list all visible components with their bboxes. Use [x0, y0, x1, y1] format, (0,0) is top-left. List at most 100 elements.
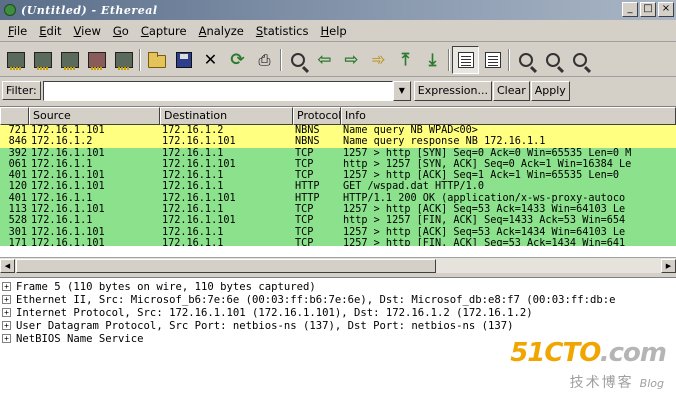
detail-tree-item[interactable]: + Frame 5 (110 bytes on wire, 110 bytes c…: [0, 280, 676, 293]
packet-row[interactable]: 061 172.16.1.1 172.16.1.101 TCP http > 1257 …: [0, 158, 676, 171]
menu-help[interactable]: Help: [314, 24, 352, 38]
packet-row[interactable]: 301 172.16.1.101 172.16.1.1 TCP 1257 > http …: [0, 226, 676, 238]
packet-row[interactable]: 392 172.16.1.101 172.16.1.1 TCP 1257 > http …: [0, 147, 676, 159]
packet-destination-cell: 172.16.1.1: [162, 181, 224, 193]
zoom-out-button[interactable]: [539, 46, 566, 74]
capture-options-button[interactable]: [29, 46, 56, 74]
packet-protocol-cell: HTTP: [295, 181, 320, 193]
zoom-normal-button[interactable]: [566, 46, 593, 74]
detail-tree-item[interactable]: + Internet Protocol, Src: 172.16.1.101 (1…: [0, 306, 676, 319]
maximize-button[interactable]: □: [640, 2, 656, 17]
scrollbar-thumb[interactable]: [16, 259, 436, 273]
menu-analyze[interactable]: Analyze: [193, 24, 250, 38]
start-capture-button[interactable]: [56, 46, 83, 74]
clear-button[interactable]: Clear: [492, 80, 530, 101]
print-button[interactable]: ⎙: [251, 46, 278, 74]
column-header-destination[interactable]: Destination: [160, 107, 293, 125]
go-first-button[interactable]: ⤒: [392, 46, 419, 74]
detail-tree-label: NetBIOS Name Service: [16, 332, 144, 345]
open-file-button[interactable]: [143, 46, 170, 74]
packet-row[interactable]: 721 172.16.1.101 172.16.1.2 NBNS Name query …: [0, 125, 676, 137]
auto-scroll-button[interactable]: [479, 46, 506, 74]
packet-protocol-cell: TCP: [295, 237, 314, 246]
close-button[interactable]: ×: [658, 2, 674, 17]
packet-row[interactable]: 528 172.16.1.1 172.16.1.101 TCP http > 1257 …: [0, 215, 676, 227]
apply-button[interactable]: Apply: [530, 80, 570, 101]
packet-no-cell: 171: [8, 237, 27, 246]
packet-info-cell: 1257 > http [FIN, ACK] Seq=53 Ack=1434 W…: [343, 237, 626, 246]
packet-no-cell: 061: [8, 158, 27, 170]
zoom-in-button[interactable]: [512, 46, 539, 74]
main-toolbar: ✕ ⟳ ⎙ ⇦ ⇨ ➾ ⤒ ⤓: [0, 43, 676, 77]
packet-row[interactable]: 401 172.16.1.1 172.16.1.101 HTTP HTTP/1.1 20…: [0, 192, 676, 205]
go-to-packet-button[interactable]: ➾: [365, 46, 392, 74]
detail-tree-item[interactable]: + Ethernet II, Src: Microsof_b6:7e:6e (00…: [0, 293, 676, 306]
filter-label-button[interactable]: Filter:: [2, 81, 41, 100]
expand-plus-icon[interactable]: +: [2, 308, 11, 317]
menu-file[interactable]: File: [2, 24, 33, 38]
scroll-left-button[interactable]: ◀: [0, 259, 15, 273]
window-title: (Untitled) - Ethereal: [21, 3, 158, 17]
auto-scroll-icon: [484, 51, 501, 68]
close-file-button[interactable]: ✕: [197, 46, 224, 74]
toolbar-separator: [446, 47, 452, 73]
packet-row[interactable]: 846 172.16.1.2 172.16.1.101 NBNS Name query …: [0, 136, 676, 148]
menu-statistics[interactable]: Statistics: [250, 24, 315, 38]
go-back-button[interactable]: ⇦: [311, 46, 338, 74]
packet-protocol-cell: TCP: [295, 147, 314, 159]
filter-input[interactable]: [42, 80, 393, 101]
save-file-button[interactable]: [170, 46, 197, 74]
find-packet-button[interactable]: [284, 46, 311, 74]
menu-edit[interactable]: Edit: [33, 24, 67, 38]
filter-dropdown-button[interactable]: ▼: [392, 80, 411, 101]
expand-plus-icon[interactable]: +: [2, 334, 11, 343]
minimize-button[interactable]: _: [622, 2, 638, 17]
menu-go[interactable]: Go: [107, 24, 135, 38]
packet-destination-cell: 172.16.1.1: [162, 147, 224, 159]
column-header-source[interactable]: Source: [29, 107, 160, 125]
expression-button[interactable]: Expression...: [413, 80, 492, 101]
packet-protocol-cell: TCP: [295, 158, 314, 170]
stop-capture-button[interactable]: [83, 46, 110, 74]
packet-source-cell: 172.16.1.101: [31, 181, 105, 193]
packet-source-cell: 172.16.1.101: [31, 125, 105, 136]
column-header-info[interactable]: Info: [341, 107, 676, 125]
expand-plus-icon[interactable]: +: [2, 295, 11, 304]
scroll-right-button[interactable]: ▶: [661, 259, 676, 273]
packet-source-cell: 172.16.1.101: [31, 170, 105, 182]
watermark-logo-domain: .com: [599, 338, 667, 368]
packet-row[interactable]: 171 172.16.1.101 172.16.1.1 TCP 1257 > http …: [0, 237, 676, 246]
menu-view[interactable]: View: [68, 24, 107, 38]
go-last-button[interactable]: ⤓: [419, 46, 446, 74]
packet-source-cell: 172.16.1.101: [31, 147, 105, 159]
column-header-protocol[interactable]: Protocol: [293, 107, 341, 125]
packet-protocol-cell: TCP: [295, 215, 314, 227]
interface-list-button[interactable]: [2, 46, 29, 74]
packet-row[interactable]: 120 172.16.1.101 172.16.1.1 HTTP GET /wspad.…: [0, 181, 676, 193]
triangle-left-icon: ◀: [4, 262, 11, 270]
expand-plus-icon[interactable]: +: [2, 321, 11, 330]
packet-destination-cell: 172.16.1.1: [162, 204, 224, 216]
go-forward-icon: ⇨: [344, 49, 359, 70]
detail-rows: + Frame 5 (110 bytes on wire, 110 bytes c…: [0, 280, 676, 345]
restart-capture-button[interactable]: [110, 46, 137, 74]
packet-info-cell: http > 1257 [FIN, ACK] Seq=1433 Ack=53 W…: [343, 215, 626, 227]
packet-list-hscrollbar[interactable]: ◀ ▶: [0, 257, 676, 273]
detail-tree-item[interactable]: + User Datagram Protocol, Src Port: netbi…: [0, 319, 676, 332]
packet-list-header: Source Destination Protocol Info: [0, 107, 676, 125]
go-forward-button[interactable]: ⇨: [338, 46, 365, 74]
watermark-logo-number: 51CTO: [510, 338, 601, 368]
reload-button[interactable]: ⟳: [224, 46, 251, 74]
packet-row[interactable]: 401 172.16.1.101 172.16.1.1 TCP 1257 > http …: [0, 170, 676, 182]
packet-no-cell: 120: [8, 181, 27, 193]
packet-info-cell: HTTP/1.1 200 OK (application/x-ws-proxy-…: [343, 192, 626, 204]
packet-details-tree: + Frame 5 (110 bytes on wire, 110 bytes c…: [0, 278, 676, 404]
expand-plus-icon[interactable]: +: [2, 282, 11, 291]
packet-destination-cell: 172.16.1.101: [162, 215, 236, 227]
packet-protocol-cell: TCP: [295, 226, 314, 238]
packet-row[interactable]: 113 172.16.1.101 172.16.1.1 TCP 1257 > http …: [0, 204, 676, 216]
colorize-button[interactable]: [452, 45, 479, 74]
detail-tree-label: Internet Protocol, Src: 172.16.1.101 (17…: [16, 306, 533, 319]
column-header-no[interactable]: [0, 107, 29, 125]
menu-capture[interactable]: Capture: [135, 24, 193, 38]
